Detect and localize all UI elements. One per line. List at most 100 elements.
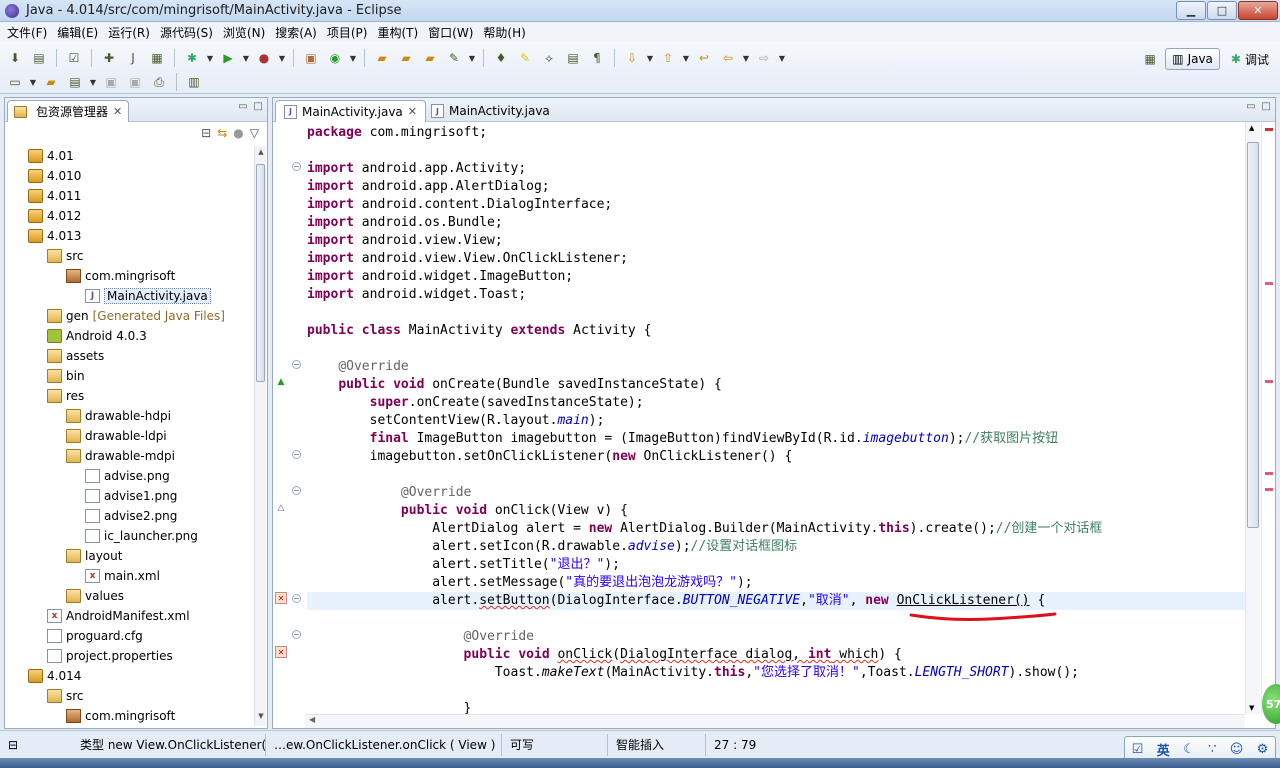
code-line[interactable]: } — [307, 700, 1245, 714]
fold-toggle-icon[interactable]: − — [292, 594, 301, 603]
new-xml-icon[interactable]: ▦ — [146, 48, 168, 68]
minimize-button[interactable]: ▁ — [1176, 1, 1206, 20]
minimize-view-icon[interactable]: ▭ — [238, 101, 247, 112]
close-icon[interactable]: ✕ — [113, 105, 122, 118]
fold-toggle-icon[interactable]: − — [292, 486, 301, 495]
code-line[interactable]: import android.view.View; — [307, 232, 1245, 250]
overview-error-mark[interactable] — [1265, 380, 1273, 383]
code-line[interactable]: import android.app.Activity; — [307, 160, 1245, 178]
overview-error-mark[interactable] — [1265, 488, 1273, 491]
code-line[interactable]: import android.os.Bundle; — [307, 214, 1245, 232]
open-perspective-icon[interactable]: ✎ — [443, 48, 465, 68]
back-icon[interactable]: ⇦ — [717, 48, 739, 68]
search-icon[interactable]: ▰ — [419, 48, 441, 68]
tree-item[interactable]: 4.014 — [5, 666, 253, 686]
tree-item[interactable]: ic_launcher.png — [5, 526, 253, 546]
error-marker-icon[interactable]: ✕ — [275, 592, 287, 604]
save-all-icon[interactable]: ▣ — [124, 72, 146, 92]
fold-toggle-icon[interactable]: − — [292, 360, 301, 369]
code-line[interactable]: public void onClick(DialogInterface dial… — [307, 646, 1245, 664]
previous-annotation-icon[interactable]: ⇧ — [657, 48, 679, 68]
code-line[interactable]: public void onCreate(Bundle savedInstanc… — [307, 376, 1245, 394]
code-line[interactable]: import android.widget.ImageButton; — [307, 268, 1245, 286]
code-line[interactable]: setContentView(R.layout.main); — [307, 412, 1245, 430]
code-line[interactable]: import android.app.AlertDialog; — [307, 178, 1245, 196]
scroll-left-icon[interactable]: ◀ — [309, 715, 315, 724]
open-perspective-button-icon[interactable]: ▦ — [1139, 49, 1161, 69]
menu-file[interactable]: 文件(F) — [2, 24, 52, 41]
menu-search[interactable]: 搜索(A) — [270, 24, 322, 41]
view-options-icon[interactable]: ● — [233, 126, 243, 140]
previous-annotation-dropdown-icon[interactable]: ▼ — [681, 48, 691, 68]
scroll-up-icon[interactable]: ▲ — [255, 148, 267, 160]
tree-item[interactable]: drawable-hdpi — [5, 406, 253, 426]
code-line[interactable]: @Override — [307, 358, 1245, 376]
code-line[interactable]: super.onCreate(savedInstanceState); — [307, 394, 1245, 412]
menu-project[interactable]: 项目(P) — [322, 24, 373, 41]
code-line[interactable]: @Override — [307, 628, 1245, 646]
fold-toggle-icon[interactable]: − — [292, 162, 301, 171]
code-line[interactable]: import android.content.DialogInterface; — [307, 196, 1245, 214]
search-dropdown-icon[interactable]: ▼ — [467, 48, 477, 68]
overview-error-mark[interactable] — [1265, 472, 1273, 475]
tree-item[interactable]: src — [5, 246, 253, 266]
ime-user-icon[interactable]: ☺ — [1230, 742, 1244, 757]
tree-item[interactable]: gen [Generated Java Files] — [5, 306, 253, 326]
new-test-project-icon[interactable]: J — [122, 48, 144, 68]
tree-item[interactable]: drawable-ldpi — [5, 426, 253, 446]
maximize-editor-icon[interactable]: □ — [1262, 101, 1271, 112]
tree-item[interactable]: values — [5, 586, 253, 606]
code-line[interactable] — [307, 682, 1245, 700]
scroll-down-icon[interactable]: ▼ — [1249, 704, 1254, 712]
fold-toggle-icon[interactable]: − — [292, 450, 301, 459]
maximize-button[interactable]: □ — [1207, 1, 1237, 20]
override-marker-icon[interactable]: ▲ — [275, 376, 287, 388]
code-line[interactable]: final ImageButton imagebutton = (ImageBu… — [307, 430, 1245, 448]
code-line[interactable]: alert.setMessage("真的要退出泡泡龙游戏吗？"); — [307, 574, 1245, 592]
last-edit-location-icon[interactable]: ↩ — [693, 48, 715, 68]
code-line[interactable]: import android.view.View.OnClickListener… — [307, 250, 1245, 268]
scroll-up-icon[interactable]: ▲ — [1249, 124, 1254, 132]
fold-toggle-icon[interactable]: − — [292, 630, 301, 639]
new-java-package-icon[interactable]: ▣ — [300, 48, 322, 68]
ime-settings-icon[interactable]: ⚙ — [1257, 742, 1269, 757]
menu-refactor[interactable]: 重构(T) — [372, 24, 423, 41]
tree-item[interactable]: x main.xml — [5, 566, 253, 586]
toggle-breadcrumb-icon[interactable]: ♦ — [490, 48, 512, 68]
tab-package-explorer[interactable]: 包资源管理器 ✕ — [7, 100, 130, 122]
ddms-icon[interactable]: ▥ — [183, 72, 205, 92]
new-file-dropdown-icon[interactable]: ▼ — [88, 72, 98, 92]
collapse-all-icon[interactable]: ⊟ — [201, 126, 211, 140]
external-tools-dropdown-icon[interactable]: ▼ — [277, 48, 287, 68]
run-dropdown-icon[interactable]: ▼ — [241, 48, 251, 68]
menu-edit[interactable]: 编辑(E) — [52, 24, 103, 41]
code-line[interactable]: alert.setIcon(R.drawable.advise);//设置对话框… — [307, 538, 1245, 556]
android-sdk-icon[interactable]: ⬇ — [4, 48, 26, 68]
view-menu-icon[interactable]: ▽ — [250, 126, 259, 140]
error-summary-icon[interactable] — [1265, 128, 1273, 131]
code-line[interactable]: AlertDialog alert = new AlertDialog.Buil… — [307, 520, 1245, 538]
tree-item[interactable]: Android 4.0.3 — [5, 326, 253, 346]
implements-marker-icon[interactable]: △ — [275, 502, 287, 514]
tree-item[interactable]: layout — [5, 546, 253, 566]
new-dropdown-icon[interactable]: ▼ — [28, 72, 38, 92]
back-dropdown-icon[interactable]: ▼ — [741, 48, 751, 68]
perspective-java-button[interactable]: ▥ Java — [1165, 48, 1220, 70]
overview-error-mark[interactable] — [1265, 282, 1273, 285]
tree-item[interactable]: bin — [5, 366, 253, 386]
tree-item[interactable]: J MainActivity.java — [5, 286, 253, 306]
print-icon[interactable]: ⎙ — [148, 72, 170, 92]
package-tree-scrollbar[interactable]: ▲ ▼ — [254, 146, 266, 726]
code-line[interactable]: alert.setTitle("退出？"); — [307, 556, 1245, 574]
tree-item[interactable]: drawable-mdpi — [5, 446, 253, 466]
code-line[interactable] — [307, 610, 1245, 628]
link-with-editor-icon[interactable]: ⇆ — [217, 126, 227, 140]
tab-mainactivity-active[interactable]: J MainActivity.java ✕ — [275, 100, 426, 122]
vertical-ruler[interactable]: ▲ △ ✕ ✕ — [273, 122, 289, 714]
new-icon[interactable]: ▭ — [4, 72, 26, 92]
code-line[interactable]: alert.setButton(DialogInterface.BUTTON_N… — [307, 592, 1245, 610]
tree-item[interactable]: project.properties — [5, 646, 253, 666]
error-marker-icon[interactable]: ✕ — [275, 646, 287, 658]
menu-help[interactable]: 帮助(H) — [478, 24, 530, 41]
code-line[interactable]: imagebutton.setOnClickListener(new OnCli… — [307, 448, 1245, 466]
